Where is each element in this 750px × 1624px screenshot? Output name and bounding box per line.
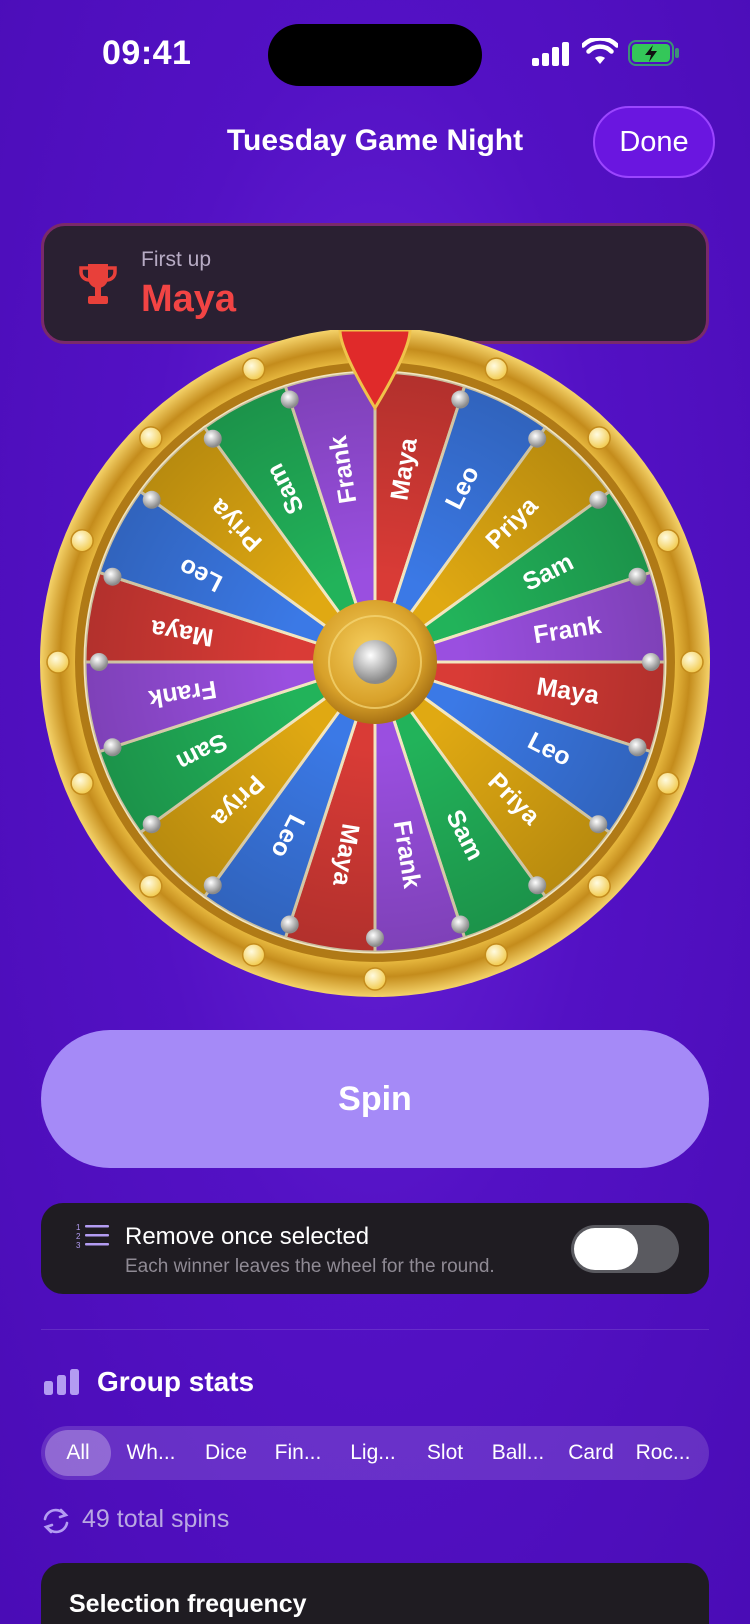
wheel-peg xyxy=(90,653,108,671)
bar-chart-icon xyxy=(44,1369,79,1395)
status-time: 09:41 xyxy=(102,34,192,72)
selection-frequency-title: Selection frequency xyxy=(69,1590,307,1618)
svg-text:1: 1 xyxy=(76,1223,81,1232)
winner-label: First up xyxy=(141,248,212,271)
wheel-peg xyxy=(203,429,222,448)
remove-option-title: Remove once selected xyxy=(125,1223,370,1250)
wheel-peg xyxy=(142,490,161,509)
wheel-peg xyxy=(366,929,384,947)
wheel-peg xyxy=(103,738,122,757)
wheel-peg xyxy=(451,390,470,409)
wheel-peg xyxy=(142,815,161,834)
wheel-bulb xyxy=(70,771,94,796)
spin-wheel[interactable]: Maya LeoPriyaSamFrankMayaLeoPriyaSamFrank… xyxy=(33,330,719,1000)
wheel-peg xyxy=(203,876,222,895)
group-stats-title: Group stats xyxy=(97,1366,255,1397)
wheel-peg xyxy=(528,429,547,448)
cellular-signal-icon xyxy=(532,42,569,66)
toggle-knob xyxy=(574,1228,638,1270)
filter-dice[interactable]: Dice xyxy=(191,1430,261,1476)
wifi-icon xyxy=(582,38,618,64)
filter-slot[interactable]: Slot xyxy=(411,1430,479,1476)
wheel-peg xyxy=(589,490,608,509)
wheel-bulb xyxy=(241,357,266,381)
wheel-bulb xyxy=(241,943,266,967)
wheel-peg xyxy=(628,567,647,586)
wheel-bulb xyxy=(70,528,94,553)
trophy-icon xyxy=(79,264,117,304)
wheel-bulb xyxy=(363,967,387,991)
filter-roc[interactable]: Roc... xyxy=(625,1430,701,1476)
filter-lig[interactable]: Lig... xyxy=(335,1430,411,1476)
battery-charging-icon xyxy=(628,40,679,66)
wheel-bulb xyxy=(656,771,680,796)
divider xyxy=(41,1329,709,1330)
wheel-bulb xyxy=(139,426,163,450)
wheel-bulb xyxy=(656,528,680,553)
filter-all[interactable]: All xyxy=(45,1430,111,1476)
svg-text:2: 2 xyxy=(76,1232,81,1241)
wheel-peg xyxy=(280,390,299,409)
total-spins: 49 total spins xyxy=(82,1505,230,1533)
dynamic-island xyxy=(268,24,482,86)
wheel-peg xyxy=(103,567,122,586)
filter-ball[interactable]: Ball... xyxy=(479,1430,557,1476)
wheel-bulb xyxy=(587,874,611,898)
wheel-peg xyxy=(451,915,470,934)
remove-once-toggle[interactable] xyxy=(571,1225,679,1273)
game-filter-segmented-control: All Wh... Dice Fin... Lig... Slot Ball... Card R… xyxy=(41,1426,709,1480)
wheel-hub-center xyxy=(353,640,397,684)
wheel-bulb xyxy=(46,650,70,674)
svg-text:3: 3 xyxy=(76,1241,81,1250)
wheel-bulb xyxy=(484,357,509,381)
wheel-bulb xyxy=(587,426,611,450)
filter-wh[interactable]: Wh... xyxy=(111,1430,191,1476)
wheel-peg xyxy=(628,738,647,757)
wheel-peg xyxy=(589,815,608,834)
spin-button[interactable]: Spin xyxy=(41,1030,709,1168)
done-button[interactable]: Done xyxy=(593,106,715,178)
winner-name: Maya xyxy=(141,278,237,320)
wheel-peg xyxy=(642,653,660,671)
filter-fin[interactable]: Fin... xyxy=(261,1430,335,1476)
remove-option-subtitle: Each winner leaves the wheel for the rou… xyxy=(125,1256,495,1277)
filter-card[interactable]: Card xyxy=(557,1430,625,1476)
wheel-peg xyxy=(280,915,299,934)
refresh-icon xyxy=(43,1508,69,1534)
numbered-list-icon: 1 2 3 xyxy=(76,1223,109,1250)
wheel-peg xyxy=(528,876,547,895)
wheel-bulb xyxy=(139,874,163,898)
wheel-bulb xyxy=(680,650,704,674)
wheel-bulb xyxy=(484,943,509,967)
